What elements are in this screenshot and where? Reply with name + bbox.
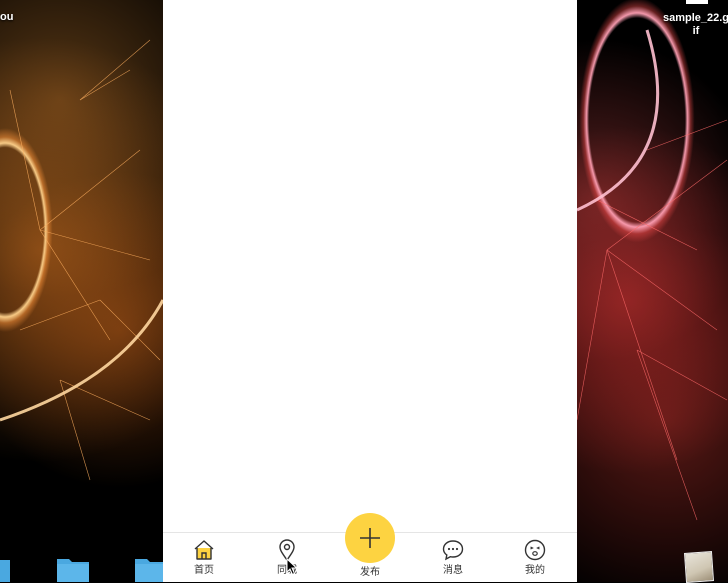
tab-label: 发布 [360,567,380,578]
tab-home[interactable]: 首页 [174,533,234,582]
main-content [163,0,577,533]
tab-label: 我的 [525,565,545,576]
tab-messages[interactable]: 消息 [423,533,483,582]
app-window: 首页 同城 发布 消息 [163,0,577,582]
post-button[interactable] [345,513,395,563]
gif-file-icon[interactable] [686,0,708,4]
tab-profile[interactable]: 我的 [505,533,565,582]
chat-bubble-icon [442,540,464,561]
smiley-face-icon [524,539,546,561]
tab-label: 首页 [194,565,214,576]
tab-post[interactable]: 发布 [340,513,400,582]
sparkler-decoration [577,29,728,521]
image-file-icon[interactable] [683,551,715,583]
desktop-wallpaper-right [577,0,728,582]
bottom-tab-bar: 首页 同城 发布 消息 [163,513,577,582]
tab-label: 消息 [443,565,463,576]
folder-icon[interactable] [57,556,89,582]
plus-icon [360,528,380,548]
mouse-cursor-icon [286,558,298,576]
home-icon [194,540,214,560]
desktop-wallpaper-left [0,0,163,582]
folder-icon[interactable] [0,556,10,582]
sparkler-decoration [0,39,163,481]
desktop-file-label[interactable]: sample_22.g if [660,12,728,38]
desktop-file-label[interactable]: ou [0,11,13,24]
